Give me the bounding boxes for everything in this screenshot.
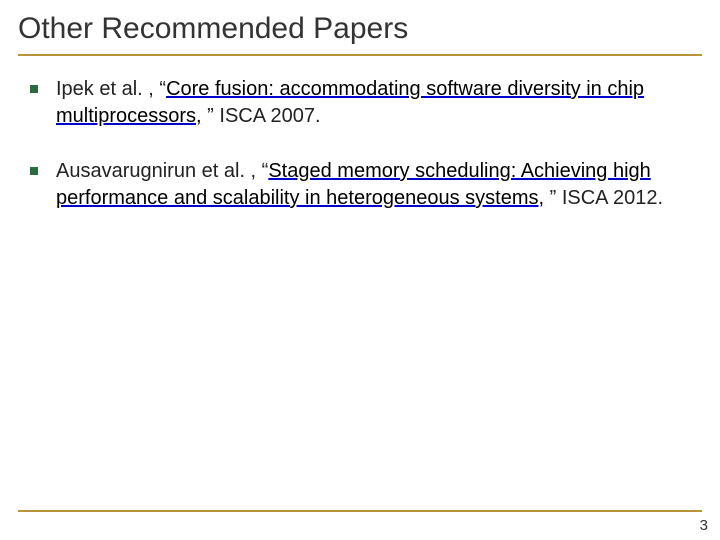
bullet-text: Ausavarugnirun et al. , “Staged memory s… [56,158,690,212]
bullet-text: Ipek et al. , “Core fusion: accommodatin… [56,76,690,130]
bullet-item: Ausavarugnirun et al. , “Staged memory s… [30,158,690,212]
bullet-prefix: Ausavarugnirun et al. , “ [56,160,268,182]
bullet-marker-icon [30,167,38,175]
bullet-suffix: ” ISCA 2007. [202,105,321,127]
footer-underline [18,510,702,512]
page-number: 3 [700,517,708,534]
bullet-prefix: Ipek et al. , “ [56,78,166,100]
content-area: Ipek et al. , “Core fusion: accommodatin… [0,56,720,212]
bullet-marker-icon [30,85,38,93]
bullet-item: Ipek et al. , “Core fusion: accommodatin… [30,76,690,130]
slide-title: Other Recommended Papers [0,0,720,54]
bullet-suffix: ” ISCA 2012. [544,187,663,209]
